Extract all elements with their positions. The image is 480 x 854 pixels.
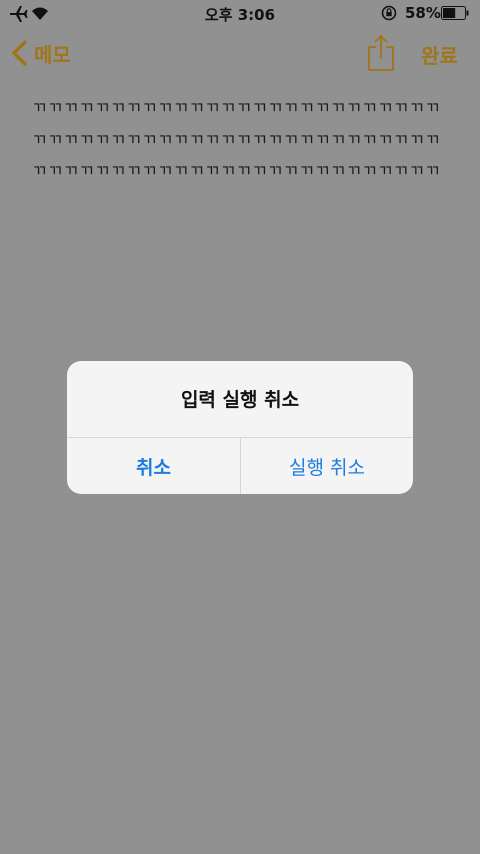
- alert-title: 입력 실행 취소: [180, 389, 300, 411]
- battery-icon: [441, 6, 469, 20]
- share-icon[interactable]: [366, 34, 396, 72]
- notes-screen: 오후 3:06 58% 메모 완료 ㄲㄲㄲㄲㄲㄲㄲㄲㄲㄲㄲㄲㄲㄲㄲㄲㄲㄲㄲㄲㄲㄲ…: [0, 0, 480, 854]
- chevron-left-icon: [12, 40, 27, 66]
- back-button-label: 메모: [34, 42, 71, 67]
- done-button[interactable]: 완료: [421, 40, 458, 69]
- undo-typing-button[interactable]: 실행 취소: [241, 438, 413, 494]
- status-bar: 오후 3:06 58%: [0, 0, 480, 28]
- battery-percentage: 58%: [405, 4, 441, 22]
- undo-alert: 입력 실행 취소 취소 실행 취소: [67, 361, 413, 494]
- rotation-lock-icon: [381, 5, 397, 21]
- note-body[interactable]: ㄲㄲㄲㄲㄲㄲㄲㄲㄲㄲㄲㄲㄲㄲㄲㄲㄲㄲㄲㄲㄲㄲㄲㄲㄲㄲㄲㄲㄲㄲㄲㄲㄲㄲㄲㄲㄲㄲㄲㄲ…: [32, 92, 452, 187]
- cancel-button[interactable]: 취소: [67, 438, 240, 494]
- nav-bar: 메모 완료: [0, 28, 480, 80]
- back-button[interactable]: 메모: [10, 38, 71, 68]
